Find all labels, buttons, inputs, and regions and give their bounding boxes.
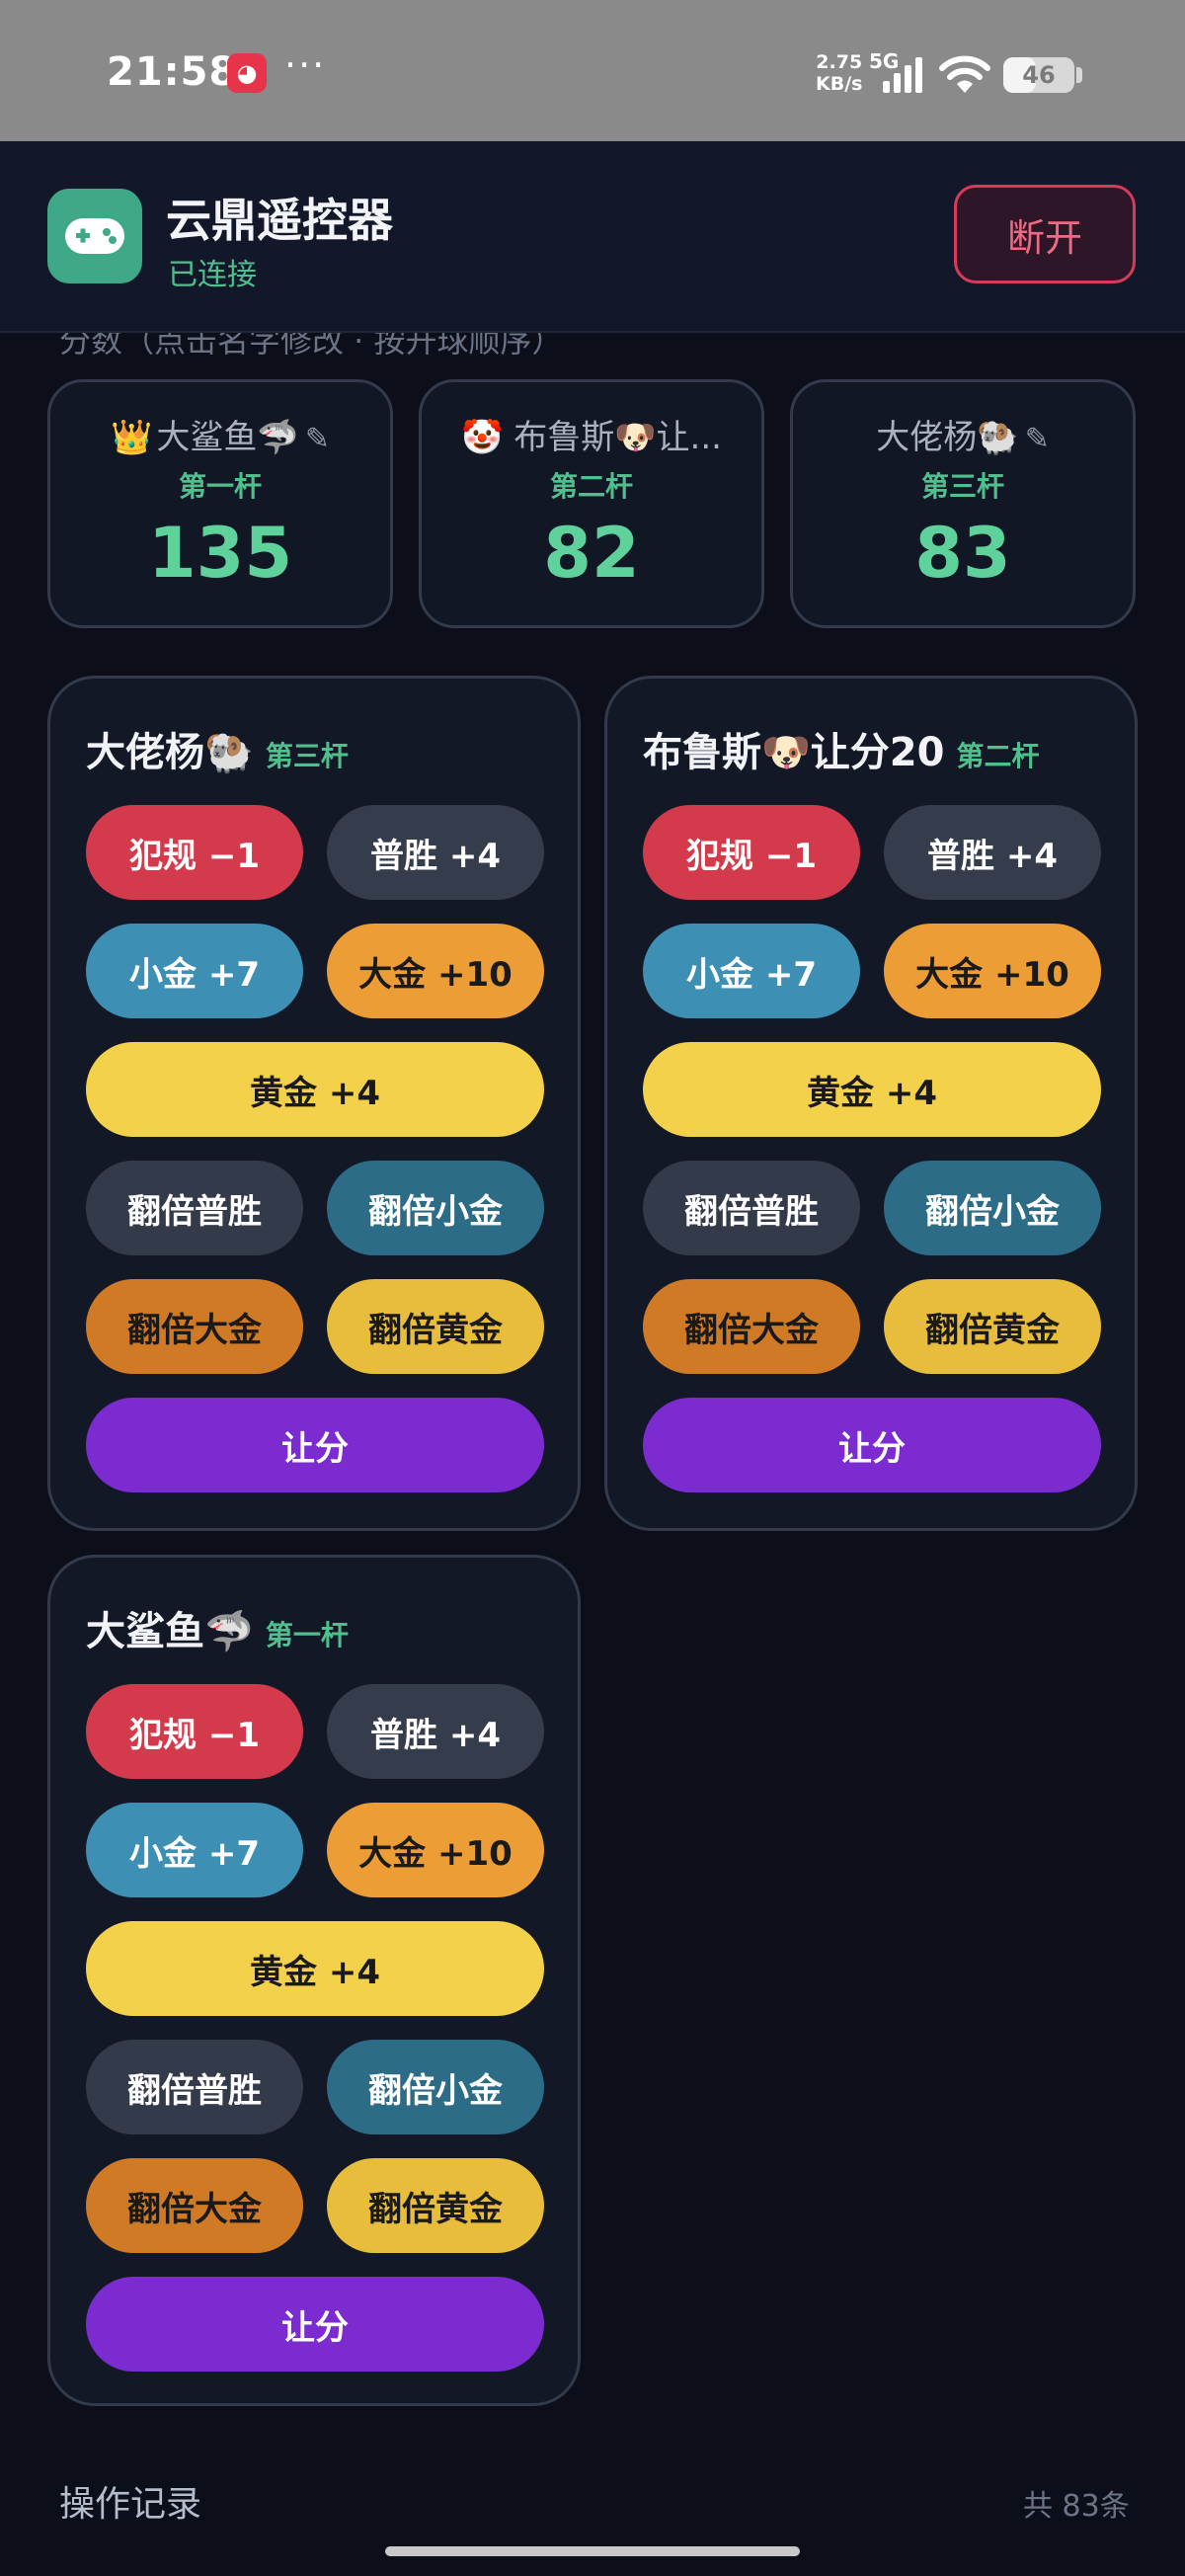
score-name-text: 🤡 布鲁斯🐶让...: [461, 418, 722, 457]
player-panel-3: 大鲨鱼🦈 第一杆 犯规 −1 普胜 +4 小金 +7 大金 +10 黄金 +4 翻…: [47, 1555, 581, 2406]
player-name: 大鲨鱼🦈: [86, 1609, 254, 1654]
double-small-gold-button[interactable]: 翻倍小金: [327, 2040, 544, 2134]
score-name-text: 大佬杨🐏: [876, 418, 1019, 457]
network-speed: 2.75 KB/s: [816, 51, 862, 95]
wifi-icon: [939, 55, 990, 93]
score-value: 82: [543, 513, 640, 594]
app-title: 云鼎遥控器: [166, 194, 393, 247]
double-golden-button[interactable]: 翻倍黄金: [327, 1279, 544, 1374]
big-gold-button[interactable]: 大金 +10: [884, 924, 1101, 1018]
golden-button[interactable]: 黄金 +4: [643, 1042, 1101, 1137]
double-big-gold-button[interactable]: 翻倍大金: [86, 1279, 303, 1374]
gamepad-icon: [47, 189, 142, 283]
network-speed-value: 2.75: [816, 51, 863, 73]
score-name[interactable]: 🤡 布鲁斯🐶让...: [422, 410, 761, 458]
score-card-3: 大佬杨🐏 ✎ 第三杆 83: [790, 379, 1136, 628]
player-panel-1: 大佬杨🐏 第三杆 犯规 −1 普胜 +4 小金 +7 大金 +10 黄金 +4 翻…: [47, 676, 581, 1531]
app-header: 云鼎遥控器 已连接 断开: [0, 141, 1185, 333]
handicap-button[interactable]: 让分: [86, 1398, 544, 1492]
status-bar: 21:58 ◕ ··· 2.75 KB/s 5G 46: [0, 0, 1185, 141]
normal-win-button[interactable]: 普胜 +4: [884, 805, 1101, 900]
foul-button[interactable]: 犯规 −1: [643, 805, 860, 900]
double-golden-button[interactable]: 翻倍黄金: [327, 2158, 544, 2253]
connection-status: 已连接: [168, 258, 257, 292]
foul-button[interactable]: 犯规 −1: [86, 1684, 303, 1779]
score-value: 135: [147, 513, 293, 594]
score-name-text: 大鲨鱼🦈: [156, 418, 299, 457]
player-order: 第三杆: [265, 740, 349, 772]
player-order: 第二杆: [956, 740, 1040, 772]
player-order: 第一杆: [265, 1619, 349, 1651]
battery-nub: [1076, 67, 1082, 83]
small-gold-button[interactable]: 小金 +7: [86, 924, 303, 1018]
score-card-1: 👑 大鲨鱼🦈 ✎ 第一杆 135: [47, 379, 393, 628]
operation-log-title[interactable]: 操作记录: [59, 2475, 201, 2527]
battery-icon: 46: [1003, 57, 1074, 93]
player-panel-title: 布鲁斯🐶让分20 第二杆: [643, 720, 1039, 777]
player-name: 大佬杨🐏: [86, 730, 254, 775]
more-notifications-icon: ···: [284, 43, 327, 87]
signal-icon: [883, 57, 922, 93]
crown-icon: 👑: [111, 418, 153, 457]
score-name[interactable]: 👑 大鲨鱼🦈 ✎: [50, 410, 390, 458]
network-speed-unit: KB/s: [816, 73, 863, 95]
double-small-gold-button[interactable]: 翻倍小金: [327, 1161, 544, 1255]
big-gold-button[interactable]: 大金 +10: [327, 1803, 544, 1897]
handicap-button[interactable]: 让分: [86, 2277, 544, 2372]
small-gold-button[interactable]: 小金 +7: [86, 1803, 303, 1897]
small-gold-button[interactable]: 小金 +7: [643, 924, 860, 1018]
double-big-gold-button[interactable]: 翻倍大金: [643, 1279, 860, 1374]
player-name: 布鲁斯🐶让分20: [643, 730, 945, 775]
double-win-button[interactable]: 翻倍普胜: [86, 2040, 303, 2134]
score-card-2: 🤡 布鲁斯🐶让... 第二杆 82: [419, 379, 764, 628]
pencil-icon[interactable]: ✎: [1025, 422, 1050, 456]
normal-win-button[interactable]: 普胜 +4: [327, 805, 544, 900]
player-panel-title: 大鲨鱼🦈 第一杆: [86, 1599, 349, 1656]
player-panel-title: 大佬杨🐏 第三杆: [86, 720, 349, 777]
score-name[interactable]: 大佬杨🐏 ✎: [793, 410, 1133, 458]
golden-button[interactable]: 黄金 +4: [86, 1921, 544, 2016]
battery-level: 46: [1022, 61, 1056, 89]
normal-win-button[interactable]: 普胜 +4: [327, 1684, 544, 1779]
score-order: 第二杆: [549, 470, 633, 503]
score-order: 第三杆: [920, 470, 1004, 503]
double-small-gold-button[interactable]: 翻倍小金: [884, 1161, 1101, 1255]
double-big-gold-button[interactable]: 翻倍大金: [86, 2158, 303, 2253]
score-order: 第一杆: [178, 470, 262, 503]
player-panel-2: 布鲁斯🐶让分20 第二杆 犯规 −1 普胜 +4 小金 +7 大金 +10 黄金 …: [604, 676, 1138, 1531]
big-gold-button[interactable]: 大金 +10: [327, 924, 544, 1018]
golden-button[interactable]: 黄金 +4: [86, 1042, 544, 1137]
operation-log-count: 共 83条: [1023, 2489, 1130, 2524]
foul-button[interactable]: 犯规 −1: [86, 805, 303, 900]
double-win-button[interactable]: 翻倍普胜: [643, 1161, 860, 1255]
handicap-button[interactable]: 让分: [643, 1398, 1101, 1492]
notification-app-icon: ◕: [227, 53, 267, 93]
double-golden-button[interactable]: 翻倍黄金: [884, 1279, 1101, 1374]
home-indicator[interactable]: [385, 2546, 800, 2556]
double-win-button[interactable]: 翻倍普胜: [86, 1161, 303, 1255]
pencil-icon[interactable]: ✎: [305, 422, 330, 456]
disconnect-button[interactable]: 断开: [954, 185, 1136, 283]
score-value: 83: [914, 513, 1011, 594]
status-time: 21:58: [107, 49, 238, 95]
